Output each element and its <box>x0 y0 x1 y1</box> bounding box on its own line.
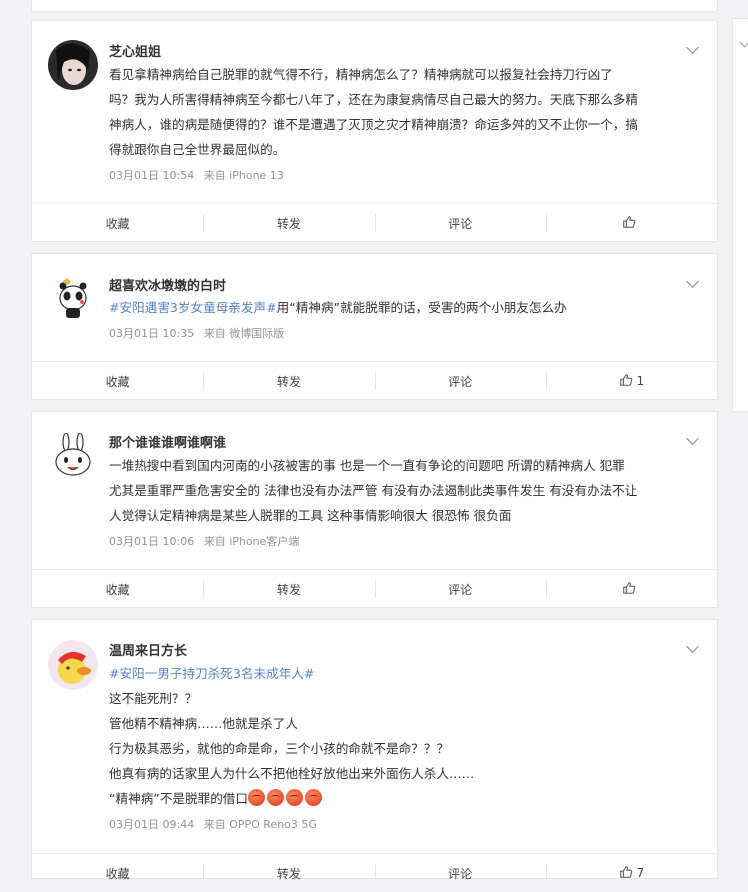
topic-link[interactable]: #安阳一男子持刀杀死3名未成年人# <box>109 661 709 686</box>
comment-card: 温周来日方长 #安阳一男子持刀杀死3名未成年人# 这不能死刑？？ 管他精不精神病… <box>31 619 718 882</box>
like-button[interactable]: 7 <box>545 854 717 892</box>
chevron-down-icon[interactable] <box>686 41 699 54</box>
comment-line: 他真有病的话家里人为什么不把他栓好放他出来外面伤人杀人…… <box>109 766 475 781</box>
comment-source: 来自 iPhone 13 <box>203 169 284 182</box>
commenter-name[interactable]: 芝心姐姐 <box>109 41 161 60</box>
comment-line: 一堆热搜中看到国内河南的小孩被害的事 也是一个一直有争论的问题吧 所谓的精神病人… <box>109 458 625 473</box>
like-count: 7 <box>636 866 645 880</box>
angry-face-emoji-icon <box>248 789 265 806</box>
comment-line: 吗？我为人所害得精神病至今都七八年了，还在为康复病情尽自己最大的努力。天底下那么… <box>109 92 638 107</box>
comment-line: #安阳遇害3岁女童母亲发声#用“精神病”就能脱罪的话，受害的两个小朋友怎么办 <box>109 300 567 315</box>
repost-label: 转发 <box>276 582 301 597</box>
action-bar: 收藏 转发 评论 <box>32 203 717 242</box>
comment-meta: 03月01日 10:54 来自 iPhone 13 <box>109 167 284 183</box>
right-side-panel <box>732 18 748 412</box>
thumbs-up-icon <box>622 215 636 232</box>
action-bar: 收藏 转发 评论 <box>32 569 717 608</box>
comment-line: 行为极其恶劣，就他的命是命，三个小孩的命就不是命？？？ <box>109 741 450 756</box>
chevron-down-icon[interactable] <box>686 640 699 653</box>
repost-label: 转发 <box>276 216 301 231</box>
avatar[interactable] <box>48 640 98 690</box>
comment-button[interactable]: 评论 <box>374 362 546 400</box>
comment-text: #安阳遇害3岁女童母亲发声#用“精神病”就能脱罪的话，受害的两个小朋友怎么办 <box>109 295 709 320</box>
collect-label: 收藏 <box>105 866 130 881</box>
repost-button[interactable]: 转发 <box>203 204 374 242</box>
comment-line: 这不能死刑？？ <box>109 691 198 706</box>
comment-line-with-emoji: “精神病”不是脱罪的借口 <box>109 786 709 811</box>
angry-face-emoji-icon <box>286 789 303 806</box>
comment-text: 一堆热搜中看到国内河南的小孩被害的事 也是一个一直有争论的问题吧 所谓的精神病人… <box>109 453 709 528</box>
thumbs-up-icon <box>622 581 636 598</box>
avatar[interactable] <box>48 274 98 324</box>
comment-card: 超喜欢冰墩墩的白时 #安阳遇害3岁女童母亲发声#用“精神病”就能脱罪的话，受害的… <box>31 253 718 400</box>
comment-line: 得就跟你自己全世界最屈似的。 <box>109 142 286 157</box>
repost-button[interactable]: 转发 <box>203 854 374 892</box>
action-bar: 收藏 转发 评论 1 <box>32 361 717 400</box>
comment-line: 管他精不精神病……他就是杀了人 <box>109 716 298 731</box>
repost-label: 转发 <box>276 866 301 881</box>
comment-card: 芝心姐姐 看见拿精神病给自己脱罪的就气得不行，精神病怎么了？精神病就可以报复社会… <box>31 20 718 242</box>
comment-label: 评论 <box>448 866 473 881</box>
repost-label: 转发 <box>276 374 301 389</box>
collect-button[interactable]: 收藏 <box>32 362 203 400</box>
comment-line: 人觉得认定精神病是某些人脱罪的工具 这种事情影响很大 很恐怖 很负面 <box>109 508 512 523</box>
collect-label: 收藏 <box>105 374 130 389</box>
comment-button[interactable]: 评论 <box>374 570 546 608</box>
chevron-down-icon[interactable] <box>686 275 699 288</box>
like-button[interactable] <box>545 204 717 242</box>
comment-button[interactable]: 评论 <box>374 204 546 242</box>
comment-line: 神病人，谁的病是随便得的？谁不是遭遇了灭顶之灾才精神崩溃？命运多舛的又不止你一个… <box>109 117 638 132</box>
like-button[interactable]: 1 <box>545 362 717 400</box>
comment-text: 看见拿精神病给自己脱罪的就气得不行，精神病怎么了？精神病就可以报复社会持刀行凶了… <box>109 62 709 162</box>
collect-button[interactable]: 收藏 <box>32 570 203 608</box>
comment-time: 03月01日 10:06 <box>109 535 195 548</box>
comment-source: 来自 iPhone客户端 <box>203 535 300 548</box>
comment-line: 尤其是重罪严重危害安全的 法律也没有办法严管 有没有办法遏制此类事件发生 有没有… <box>109 483 638 498</box>
avatar[interactable] <box>48 432 98 482</box>
comment-meta: 03月01日 09:44 来自 OPPO Reno3 5G <box>109 816 317 832</box>
chevron-down-icon[interactable] <box>739 37 748 48</box>
comment-source: 来自 OPPO Reno3 5G <box>203 818 317 831</box>
comment-source: 来自 微博国际版 <box>203 327 285 340</box>
like-button[interactable] <box>545 570 717 608</box>
repost-button[interactable]: 转发 <box>203 362 374 400</box>
collect-label: 收藏 <box>105 582 130 597</box>
comment-meta: 03月01日 10:06 来自 iPhone客户端 <box>109 533 299 549</box>
action-bar: 收藏 转发 评论 7 <box>32 853 717 892</box>
previous-post-card <box>31 0 718 12</box>
comment-card: 那个谁谁谁啊谁啊谁 一堆热搜中看到国内河南的小孩被害的事 也是一个一直有争论的问… <box>31 411 718 608</box>
commenter-name[interactable]: 那个谁谁谁啊谁啊谁 <box>109 432 226 451</box>
collect-label: 收藏 <box>105 216 130 231</box>
collect-button[interactable]: 收藏 <box>32 854 203 892</box>
comment-label: 评论 <box>448 374 473 389</box>
comment-button[interactable]: 评论 <box>374 854 546 892</box>
comment-label: 评论 <box>448 582 473 597</box>
angry-face-emoji-icon <box>305 789 322 806</box>
comment-time: 03月01日 09:44 <box>109 818 195 831</box>
collect-button[interactable]: 收藏 <box>32 204 203 242</box>
comment-time: 03月01日 10:35 <box>109 327 195 340</box>
thumbs-up-icon <box>619 865 633 882</box>
topic-link[interactable]: #安阳遇害3岁女童母亲发声# <box>109 300 277 315</box>
repost-button[interactable]: 转发 <box>203 570 374 608</box>
angry-face-emoji-icon <box>267 789 284 806</box>
comment-meta: 03月01日 10:35 来自 微博国际版 <box>109 325 284 341</box>
comment-time: 03月01日 10:54 <box>109 169 195 182</box>
comment-line: 看见拿精神病给自己脱罪的就气得不行，精神病怎么了？精神病就可以报复社会持刀行凶了 <box>109 67 613 82</box>
commenter-name[interactable]: 温周来日方长 <box>109 640 187 659</box>
comment-line-text: “精神病”不是脱罪的借口 <box>109 791 248 806</box>
commenter-name[interactable]: 超喜欢冰墩墩的白时 <box>109 275 226 294</box>
like-count: 1 <box>636 374 645 388</box>
thumbs-up-icon <box>619 373 633 390</box>
avatar[interactable] <box>48 40 98 90</box>
comment-text: #安阳一男子持刀杀死3名未成年人# 这不能死刑？？ 管他精不精神病……他就是杀了… <box>109 661 709 811</box>
chevron-down-icon[interactable] <box>686 432 699 445</box>
comment-label: 评论 <box>448 216 473 231</box>
